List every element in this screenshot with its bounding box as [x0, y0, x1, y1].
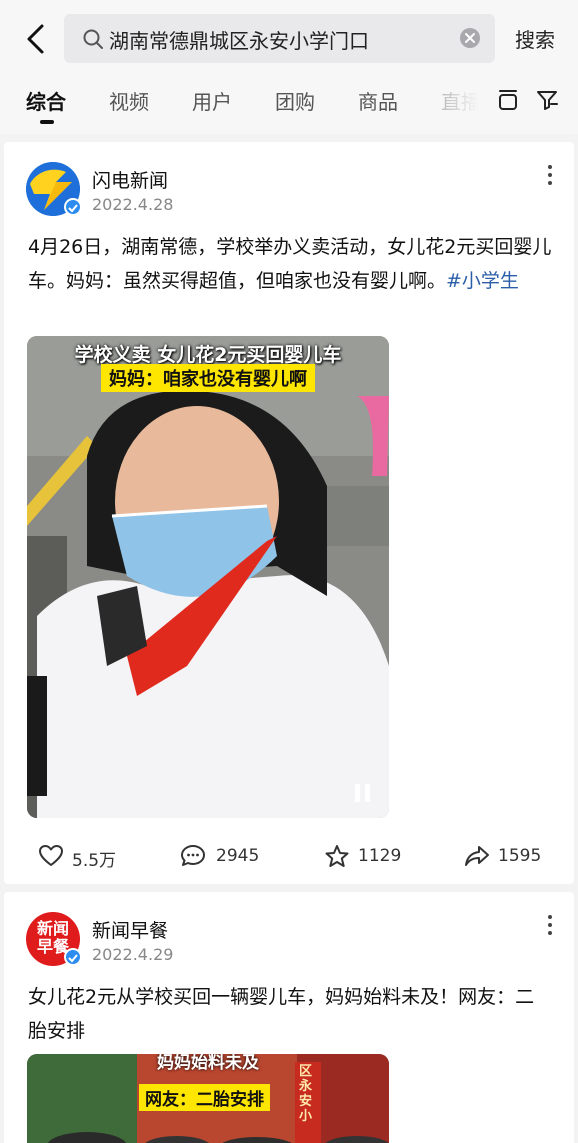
video-caption-top: 学校义卖 女儿花2元买回婴儿车	[74, 344, 342, 366]
top-bar: 湖南常德鼎城区永安小学门口 搜索	[0, 0, 578, 70]
post-card[interactable]: 闪电新闻 2022.4.28 4月26日，湖南常德，学校举办义卖活动，女儿花2元…	[4, 142, 574, 884]
tab-group-buy[interactable]: 团购	[275, 86, 315, 115]
video-thumbnail[interactable]: 学校义卖 女儿花2元买回婴儿车 妈妈：咱家也没有婴儿啊	[27, 336, 389, 818]
tab-video[interactable]: 视频	[109, 86, 149, 115]
banner-text: 区永安小	[299, 1064, 313, 1124]
more-options-icon[interactable]	[546, 914, 554, 936]
author-name[interactable]: 新闻早餐	[92, 916, 168, 943]
tab-users[interactable]: 用户	[192, 86, 232, 115]
video-scene	[27, 336, 389, 818]
heart-icon	[39, 845, 63, 866]
share-icon	[465, 846, 489, 866]
clear-icon[interactable]	[459, 27, 481, 49]
post-date: 2022.4.29	[92, 945, 174, 964]
post-text[interactable]: 女儿花2元从学校买回一辆婴儿车，妈妈始料未及！网友：二胎安排	[28, 980, 548, 1048]
post-text[interactable]: 4月26日，湖南常德，学校举办义卖活动，女儿花2元买回婴儿车。妈妈：虽然买得超值…	[28, 230, 553, 298]
author-name[interactable]: 闪电新闻	[92, 166, 168, 193]
comment-count: 2945	[216, 846, 260, 866]
verified-badge-icon	[64, 948, 82, 966]
category-tabs: 综合 视频 用户 团购 商品 直播	[0, 70, 578, 134]
post-date: 2022.4.28	[92, 195, 174, 214]
layout-toggle-icon[interactable]	[496, 88, 520, 112]
video-caption-highlight: 网友：二胎安排	[139, 1084, 270, 1111]
active-tab-indicator	[40, 120, 54, 124]
avatar-text-top: 新闻	[36, 919, 69, 938]
tab-comprehensive[interactable]: 综合	[26, 86, 66, 115]
more-options-icon[interactable]	[546, 164, 554, 186]
share-count: 1595	[498, 846, 542, 866]
search-icon	[83, 29, 103, 49]
search-input[interactable]: 湖南常德鼎城区永安小学门口	[64, 14, 495, 63]
search-button[interactable]: 搜索	[515, 24, 555, 53]
video-thumbnail[interactable]: 妈妈始料未及 网友：二胎安排 区永安小	[27, 1054, 389, 1143]
tab-fade	[430, 70, 500, 134]
filter-icon[interactable]	[535, 88, 559, 112]
hashtag-link[interactable]: #小学生	[446, 270, 519, 292]
verified-badge-icon	[64, 198, 82, 216]
favorite-count: 1129	[358, 846, 402, 866]
star-icon	[325, 845, 349, 867]
post-actions: 5.5万 2945 1129 1595	[4, 836, 574, 876]
back-arrow-icon[interactable]	[22, 22, 50, 56]
video-caption-wrap: 妈妈：咱家也没有婴儿啊	[27, 364, 389, 392]
comment-icon	[181, 845, 205, 866]
video-caption-top: 妈妈始料未及	[157, 1054, 259, 1073]
search-query-text: 湖南常德鼎城区永安小学门口	[109, 29, 369, 53]
like-count: 5.5万	[72, 851, 117, 871]
tab-products[interactable]: 商品	[358, 86, 398, 115]
video-caption-highlight: 妈妈：咱家也没有婴儿啊	[101, 364, 315, 392]
post-card[interactable]: 新闻 早餐 新闻早餐 2022.4.29 女儿花2元从学校买回一辆婴儿车，妈妈始…	[4, 892, 574, 1143]
